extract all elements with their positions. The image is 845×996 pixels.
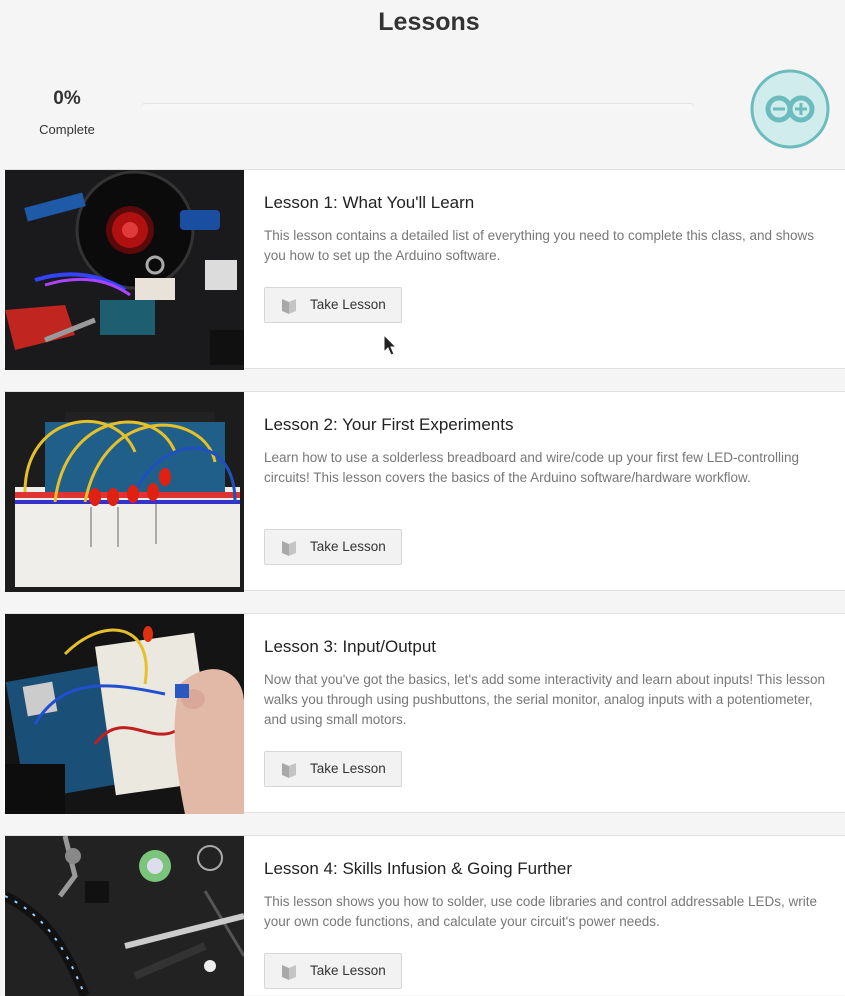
- progress-bar: [141, 103, 694, 111]
- take-lesson-button[interactable]: Take Lesson: [264, 529, 402, 565]
- lesson-title: Lesson 2: Your First Experiments: [264, 415, 514, 434]
- take-lesson-label: Take Lesson: [310, 963, 386, 978]
- take-lesson-label: Take Lesson: [310, 539, 386, 554]
- lesson-2-image: [5, 392, 244, 592]
- lesson-3-image: [5, 614, 244, 814]
- book-icon: [282, 763, 296, 778]
- lesson-4-image: [5, 836, 244, 996]
- take-lesson-button[interactable]: Take Lesson: [264, 287, 402, 323]
- lesson-card: Lesson 3: Input/Output Now that you've g…: [4, 613, 845, 814]
- lesson-card: Lesson 4: Skills Infusion & Going Furthe…: [4, 835, 845, 996]
- lesson-description: Now that you've got the basics, let's ad…: [264, 672, 825, 727]
- mouse-cursor-icon: [383, 334, 397, 356]
- lesson-title: Lesson 4: Skills Infusion & Going Furthe…: [264, 859, 573, 878]
- progress-percent: 0%: [53, 88, 81, 109]
- progress-label: Complete: [39, 122, 95, 137]
- lesson-description: This lesson shows you how to solder, use…: [264, 894, 818, 929]
- arduino-infinity-logo-icon: [750, 69, 830, 149]
- lesson-card: Lesson 2: Your First Experiments Learn h…: [4, 391, 845, 592]
- lesson-1-image: [5, 170, 244, 370]
- take-lesson-button[interactable]: Take Lesson: [264, 953, 402, 989]
- lessons-header: Lessons 0% Complete: [0, 0, 845, 170]
- lesson-title: Lesson 3: Input/Output: [264, 637, 437, 656]
- take-lesson-button[interactable]: Take Lesson: [264, 751, 402, 787]
- take-lesson-label: Take Lesson: [310, 297, 386, 312]
- take-lesson-label: Take Lesson: [310, 761, 386, 776]
- lesson-description: Learn how to use a solderless breadboard…: [264, 450, 800, 485]
- lesson-description: This lesson contains a detailed list of …: [264, 228, 815, 263]
- lesson-title: Lesson 1: What You'll Learn: [264, 193, 475, 212]
- page-title: Lessons: [378, 8, 480, 36]
- book-icon: [282, 541, 296, 556]
- book-icon: [282, 965, 296, 980]
- book-icon: [282, 299, 296, 314]
- lesson-card: Lesson 1: What You'll Learn This lesson …: [4, 169, 845, 370]
